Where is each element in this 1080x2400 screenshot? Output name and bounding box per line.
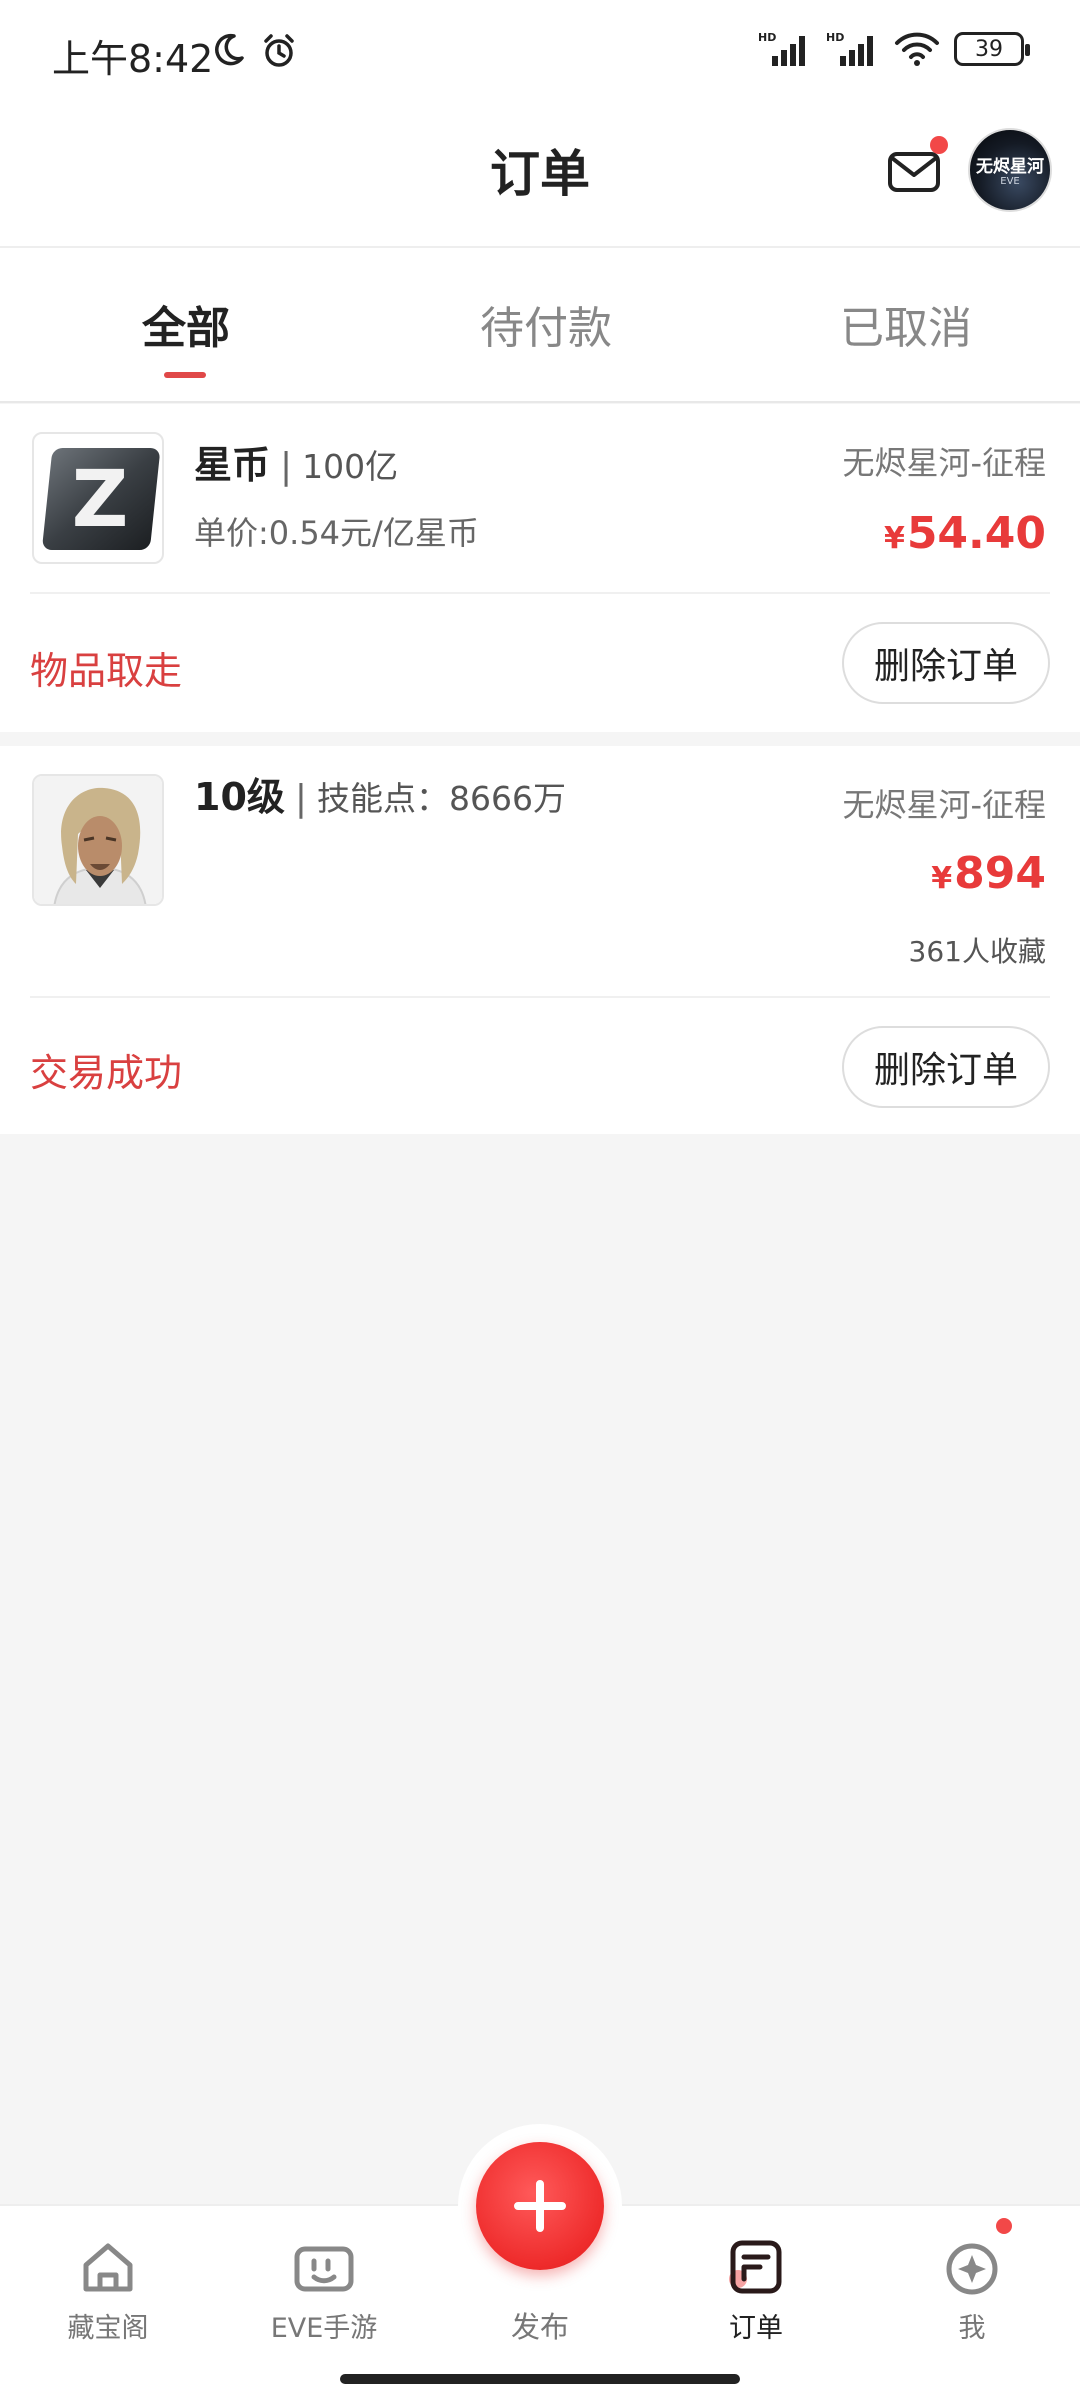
notification-dot — [930, 136, 948, 154]
unit-price: 单价:0.54元/亿星币 — [194, 514, 479, 552]
delete-order-button[interactable]: 删除订单 — [842, 622, 1050, 704]
favorites-count: 361人收藏 — [908, 935, 1046, 968]
divider — [30, 592, 1050, 594]
home-indicator[interactable] — [340, 2374, 740, 2384]
nav-item-me[interactable]: 我 — [882, 2234, 1062, 2345]
nav-label-orders: 订单 — [729, 2313, 783, 2344]
game-name: 无烬星河-征程 — [842, 444, 1046, 482]
nav-item-home[interactable]: 藏宝阁 — [18, 2234, 198, 2345]
svg-text:HD: HD — [758, 31, 776, 44]
status-icons-right: HD HD 39 — [758, 30, 1030, 68]
order-price: ¥894 — [931, 848, 1046, 899]
order-price: ¥54.40 — [884, 508, 1046, 559]
header: 订单 无烬星河 EVE — [0, 104, 1080, 248]
avatar-text: 无烬星河 — [976, 157, 1044, 177]
order-card[interactable]: Z 星币 | 100亿 单价:0.54元/亿星币 无烬星河-征程 ¥54.40 物品… — [0, 404, 1080, 732]
item-thumbnail: Z — [32, 432, 164, 564]
svg-text:Z: Z — [72, 455, 129, 545]
alarm-icon — [264, 34, 294, 67]
moon-icon — [215, 33, 244, 66]
order-status: 交易成功 — [30, 1051, 183, 1095]
notification-dot — [996, 2218, 1012, 2234]
gamepad-icon — [294, 2246, 354, 2292]
tab-indicator — [164, 372, 206, 378]
delete-order-button[interactable]: 删除订单 — [842, 1026, 1050, 1108]
svg-text:HD: HD — [826, 31, 844, 44]
order-status: 物品取走 — [30, 649, 183, 693]
item-quantity: 100亿 — [302, 447, 399, 486]
wifi-icon — [895, 32, 939, 66]
character-portrait-image — [34, 776, 162, 904]
nav-label-me: 我 — [958, 2313, 986, 2344]
battery-level: 39 — [975, 36, 1003, 62]
order-icon — [729, 2240, 782, 2294]
tab-all[interactable]: 全部 — [6, 292, 366, 356]
price-value: 54.40 — [906, 508, 1046, 559]
signal-icon-2: HD — [826, 31, 873, 66]
item-title: 10级 | 技能点：8666万 — [194, 775, 567, 819]
status-bar: 上午8:42 HD HD 39 — [0, 0, 1080, 104]
nav-item-eve-mobile[interactable]: EVE手游 — [234, 2234, 414, 2345]
order-tabs: 全部 待付款 已取消 — [0, 248, 1080, 403]
item-name: 10级 — [194, 775, 285, 819]
item-skill-points: 技能点：8666万 — [317, 779, 567, 818]
tab-cancelled[interactable]: 已取消 — [726, 292, 1080, 356]
item-title: 星币 | 100亿 — [194, 443, 399, 487]
status-icons-left — [210, 32, 298, 70]
star-coin-image: Z — [42, 448, 160, 550]
status-time: 上午8:42 — [52, 37, 214, 81]
nav-item-orders[interactable]: 订单 — [666, 2234, 846, 2345]
price-value: 894 — [954, 848, 1046, 899]
avatar[interactable]: 无烬星河 EVE — [968, 128, 1052, 212]
signal-icon: HD — [758, 31, 805, 66]
nav-label-eve-mobile: EVE手游 — [270, 2313, 378, 2344]
nav-label-home: 藏宝阁 — [67, 2313, 149, 2344]
game-name: 无烬星河-征程 — [842, 786, 1046, 824]
order-card[interactable]: 10级 | 技能点：8666万 无烬星河-征程 ¥894 361人收藏 交易成功 删… — [0, 746, 1080, 1134]
tab-pending-payment[interactable]: 待付款 — [366, 292, 726, 356]
compass-icon — [946, 2243, 998, 2295]
currency-symbol: ¥ — [931, 861, 953, 896]
plus-icon — [514, 2180, 566, 2232]
home-icon — [83, 2243, 133, 2292]
nav-label-publish: 发布 — [510, 2310, 569, 2344]
divider — [30, 996, 1050, 998]
avatar-subtext: EVE — [1000, 176, 1020, 187]
item-thumbnail — [32, 774, 164, 906]
publish-button[interactable] — [476, 2142, 604, 2270]
item-name: 星币 — [194, 443, 271, 487]
currency-symbol: ¥ — [883, 521, 905, 556]
battery-icon: 39 — [954, 32, 1030, 66]
